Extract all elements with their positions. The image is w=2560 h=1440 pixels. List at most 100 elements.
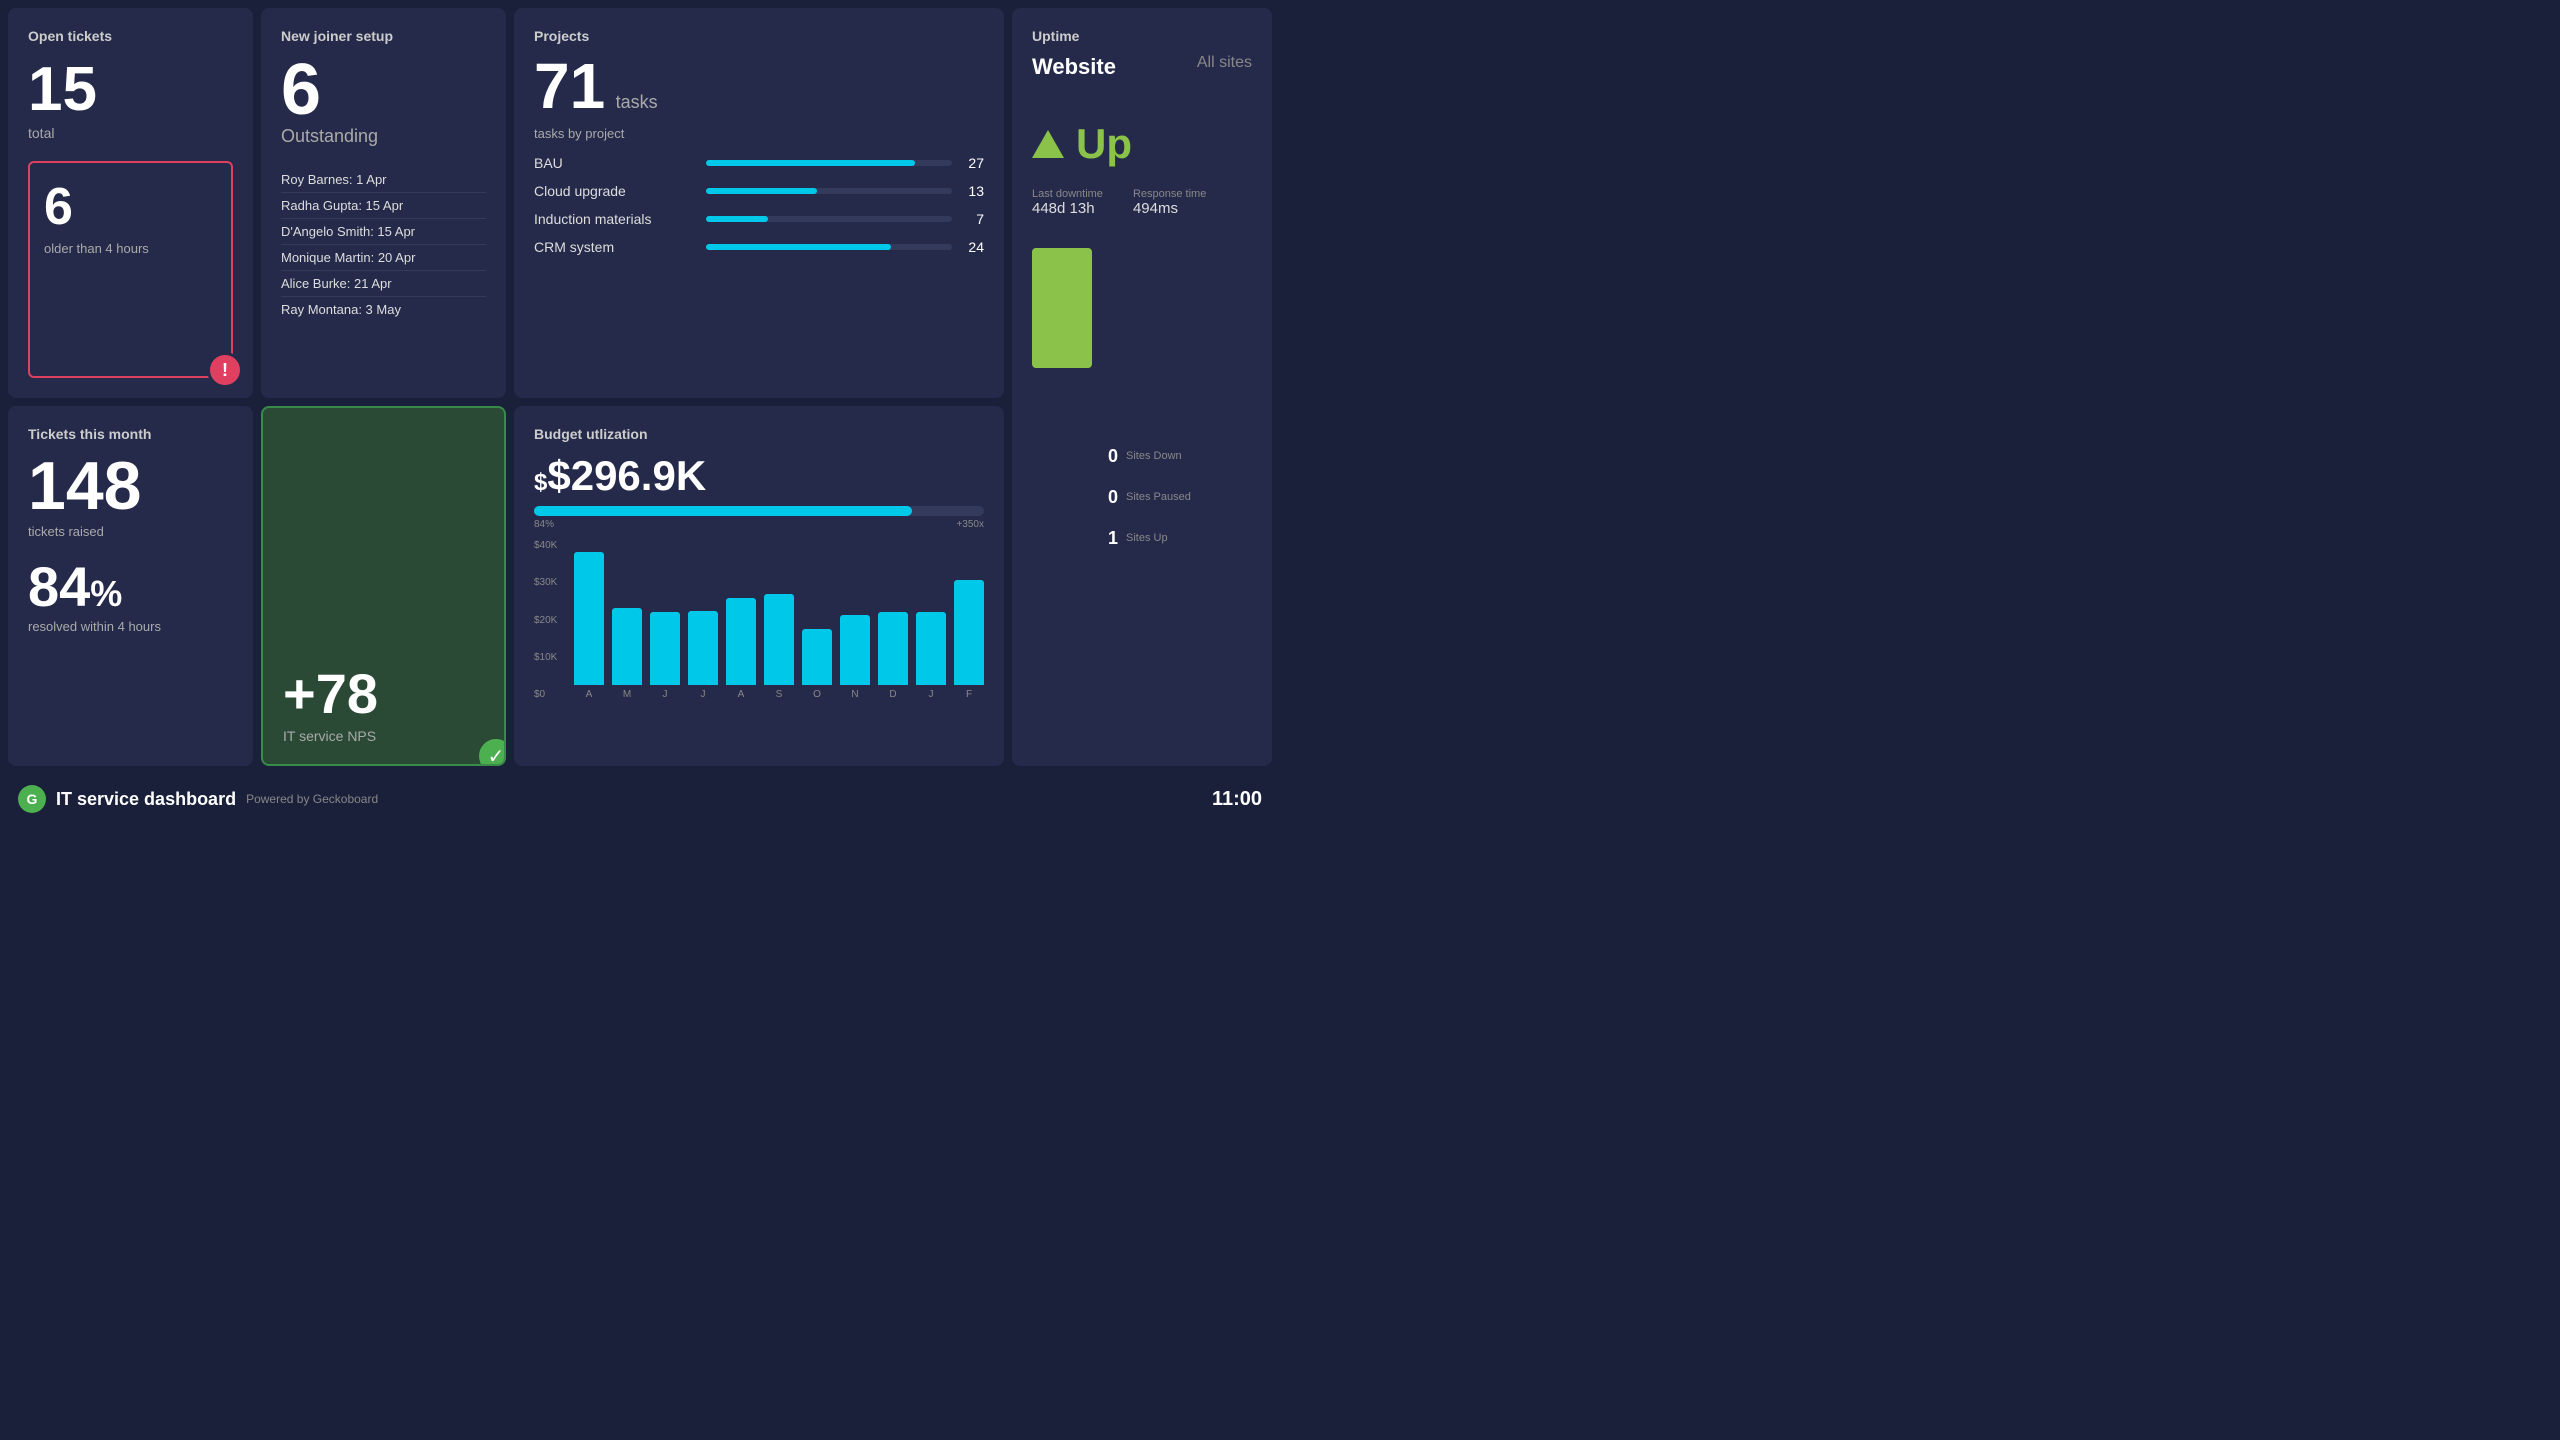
project-name: Cloud upgrade [534,183,694,199]
uptime-meta: Last downtime 448d 13h Response time 494… [1032,188,1252,218]
budget-suffix: K [676,452,706,499]
footer: G IT service dashboard Powered by Geckob… [8,774,1272,824]
bar-col: O [802,629,832,700]
bar [650,612,680,685]
alert-number: 6 [44,177,217,237]
budget-bar-bg [534,506,984,516]
project-bar-bg [706,160,952,166]
project-name: CRM system [534,239,694,255]
uptime-status-text: Up [1076,120,1132,168]
last-downtime-label: Last downtime [1032,188,1103,200]
budget-card: Budget utlization $$296.9K 84% +350x $40… [514,406,1004,766]
tickets-month-count-label: tickets raised [28,524,233,539]
project-row: BAU 27 [534,155,984,171]
bar-label: J [929,689,934,700]
uptime-site: Website [1032,54,1116,80]
sites-bar [1032,248,1092,368]
project-row: CRM system 24 [534,239,984,255]
nps-number: +78 [283,666,484,722]
project-count: 24 [964,239,984,255]
nps-label: IT service NPS [283,728,484,744]
budget-amount: $$296.9K [534,452,984,500]
budget-title: Budget utlization [534,426,984,442]
bar-col: N [840,615,870,700]
sites-legend: 0 Sites Down 0 Sites Paused 1 Sites Up [1108,248,1191,746]
budget-value: $296.9 [547,452,675,499]
footer-logo: G [18,785,46,813]
footer-powered: Powered by Geckoboard [246,792,378,806]
legend-label: Sites Paused [1126,491,1191,503]
list-item: Roy Barnes: 1 Apr [281,167,486,193]
tickets-pct: 84% [28,559,233,615]
projects-subtitle: tasks by project [534,126,984,141]
uptime-status: Up [1032,120,1252,168]
bar-label: M [623,689,631,700]
bar-label: D [889,689,896,700]
bar-col: F [954,580,984,700]
bar-col: A [726,598,756,700]
new-joiner-count: 6 [281,54,486,126]
open-tickets-card: Open tickets 15 total 6 older than 4 hou… [8,8,253,398]
bar [802,629,832,685]
legend-count: 0 [1108,487,1118,508]
chart-y-label: $10K [534,652,557,663]
bar-col: D [878,612,908,700]
last-downtime: Last downtime 448d 13h [1032,188,1103,218]
chart-y-labels: $40K $30K $20K $10K $0 [534,540,557,700]
budget-bar-labels: 84% +350x [534,519,984,530]
bar [688,611,718,685]
list-item: Ray Montana: 3 May [281,297,486,322]
bar-col: J [650,612,680,700]
bar-col: J [916,612,946,700]
response-time-value: 494ms [1133,200,1178,217]
bar-label: J [701,689,706,700]
new-joiner-list: Roy Barnes: 1 AprRadha Gupta: 15 AprD'An… [281,167,486,322]
projects-title: Projects [534,28,984,44]
projects-rows: BAU 27 Cloud upgrade 13 Induction materi… [534,155,984,255]
uptime-all-sites: All sites [1197,54,1252,80]
bar [916,612,946,685]
list-item: D'Angelo Smith: 15 Apr [281,219,486,245]
last-downtime-value: 448d 13h [1032,200,1095,217]
bar-label: A [586,689,593,700]
bar-label: J [663,689,668,700]
alert-icon: ! [207,352,243,388]
bar [574,552,604,685]
chart-y-label: $20K [534,615,557,626]
bar-label: F [966,689,972,700]
chart-y-label: $40K [534,540,557,551]
open-tickets-title: Open tickets [28,28,233,44]
legend-label: Sites Down [1126,450,1182,462]
chart-y-label: $0 [534,689,557,700]
up-arrow-icon [1032,130,1064,158]
project-name: BAU [534,155,694,171]
list-item: Alice Burke: 21 Apr [281,271,486,297]
project-count: 13 [964,183,984,199]
legend-item: 0 Sites Paused [1108,487,1191,508]
legend-count: 0 [1108,446,1118,467]
project-count: 7 [964,211,984,227]
chart-y-label: $30K [534,577,557,588]
project-name: Induction materials [534,211,694,227]
tickets-month-title: Tickets this month [28,426,233,442]
budget-bar-fill [534,506,912,516]
tickets-month-card: Tickets this month 148 tickets raised 84… [8,406,253,766]
legend-item: 1 Sites Up [1108,528,1191,549]
uptime-card: Uptime Website All sites Up Last downtim… [1012,8,1272,766]
list-item: Radha Gupta: 15 Apr [281,193,486,219]
project-bar [706,216,768,222]
nps-card: +78 IT service NPS ✓ [261,406,506,766]
bar [840,615,870,685]
bar-col: S [764,594,794,700]
bar [878,612,908,685]
budget-bar-container: 84% +350x [534,506,984,530]
footer-title: IT service dashboard [56,789,236,810]
budget-dollar: $ [534,469,547,496]
project-bar-bg [706,244,952,250]
bar [954,580,984,685]
project-row: Cloud upgrade 13 [534,183,984,199]
tickets-pct-label: resolved within 4 hours [28,619,233,634]
open-tickets-alert: 6 older than 4 hours ! [28,161,233,378]
new-joiner-card: New joiner setup 6 Outstanding Roy Barne… [261,8,506,398]
bar-col: A [574,552,604,700]
